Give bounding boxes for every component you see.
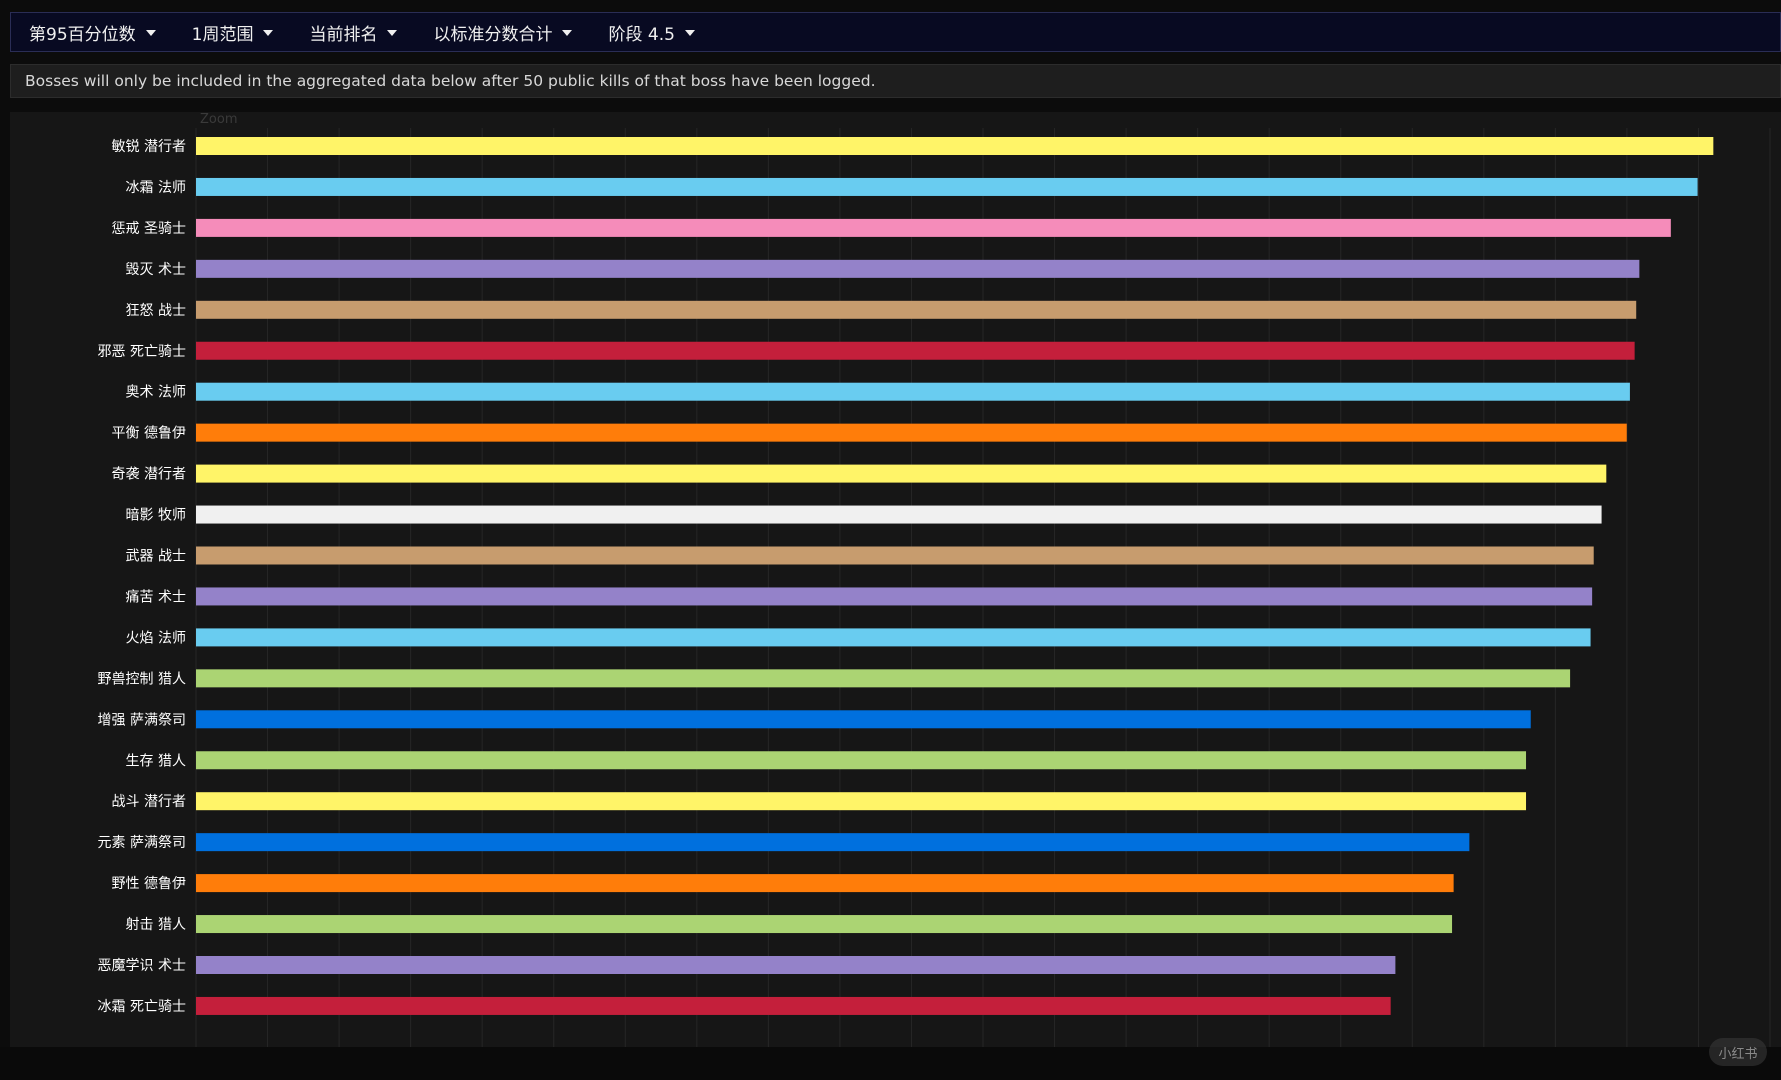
phase-dropdown-label: 阶段 4.5: [608, 24, 675, 45]
category-label: 冰霜 法师: [126, 180, 186, 196]
bar: [196, 669, 1571, 688]
category-label: 射击 猎人: [126, 917, 186, 933]
notice-text: Bosses will only be included in the aggr…: [25, 72, 876, 90]
category-label: 武器 战士: [126, 549, 186, 565]
ranking-dropdown[interactable]: 当前排名: [291, 13, 415, 51]
watermark: 小红书: [1709, 1038, 1767, 1066]
category-label: 元素 萨满祭司: [98, 835, 186, 851]
chart-panel: Zoom 敏锐 潜行者冰霜 法师惩戒 圣骑士毁灭 术士狂怒 战士邪恶 死亡骑士奥术…: [10, 112, 1781, 1047]
category-label: 野性 德鲁伊: [112, 876, 186, 892]
percentile-dropdown[interactable]: 第95百分位数: [11, 13, 174, 51]
phase-dropdown[interactable]: 阶段 4.5: [590, 13, 712, 51]
bar: [196, 751, 1527, 770]
category-label: 生存 猎人: [126, 753, 186, 769]
bar: [196, 423, 1627, 442]
category-label: 痛苦 术士: [126, 588, 186, 605]
bar: [196, 915, 1453, 934]
category-label: 惩戒 圣骑士: [112, 221, 186, 237]
bar: [196, 833, 1470, 852]
bar: [196, 341, 1635, 360]
bar: [196, 505, 1602, 524]
time-range-dropdown[interactable]: 1周范围: [174, 13, 292, 51]
category-label: 邪恶 死亡骑士: [98, 344, 186, 360]
category-label: 狂怒 战士: [126, 303, 186, 319]
notice-banner: Bosses will only be included in the aggr…: [10, 64, 1781, 98]
bar: [196, 218, 1671, 237]
category-label: 平衡 德鲁伊: [112, 426, 186, 442]
chevron-down-icon: [387, 30, 398, 36]
bar: [196, 710, 1531, 729]
category-label: 奥术 法师: [126, 384, 186, 401]
category-label: 野兽控制 猎人: [98, 671, 186, 687]
category-label: 敏锐 潜行者: [112, 139, 186, 155]
category-label: 冰霜 死亡骑士: [98, 999, 186, 1015]
time-range-dropdown-label: 1周范围: [191, 24, 254, 45]
bottom-strip: [0, 1047, 1781, 1080]
bar: [196, 628, 1591, 647]
bar: [196, 177, 1698, 196]
aggregation-dropdown-label: 以标准分数合计: [433, 24, 553, 45]
bar: [196, 137, 1714, 155]
category-label: 毁灭 术士: [126, 262, 186, 278]
bar: [196, 259, 1640, 278]
bar: [196, 464, 1607, 483]
category-label: 火焰 法师: [126, 630, 186, 646]
zoom-label: Zoom: [200, 112, 237, 127]
bar: [196, 546, 1594, 565]
bar: [196, 792, 1527, 811]
category-label: 恶魔学识 术士: [98, 958, 186, 974]
chevron-down-icon: [684, 30, 695, 36]
bar: [196, 874, 1454, 893]
bar: [196, 300, 1637, 319]
category-label: 奇袭 潜行者: [112, 466, 186, 483]
category-label: 战斗 潜行者: [112, 794, 186, 810]
bar: [196, 956, 1396, 974]
bar: [196, 382, 1630, 401]
bar-chart: Zoom 敏锐 潜行者冰霜 法师惩戒 圣骑士毁灭 术士狂怒 战士邪恶 死亡骑士奥术…: [98, 112, 1771, 1047]
category-label: 增强 萨满祭司: [98, 712, 186, 728]
ranking-dropdown-label: 当前排名: [309, 24, 378, 45]
aggregation-dropdown[interactable]: 以标准分数合计: [415, 13, 590, 51]
bar: [196, 996, 1391, 1015]
bar: [196, 587, 1593, 606]
chevron-down-icon: [145, 30, 156, 36]
filter-toolbar: 第95百分位数 1周范围 当前排名 以标准分数合计 阶段 4.5: [10, 12, 1781, 52]
percentile-dropdown-label: 第95百分位数: [29, 24, 136, 45]
chevron-down-icon: [263, 30, 274, 36]
chevron-down-icon: [562, 30, 573, 36]
category-label: 暗影 牧师: [126, 508, 186, 524]
watermark-text: 小红书: [1718, 1046, 1758, 1062]
